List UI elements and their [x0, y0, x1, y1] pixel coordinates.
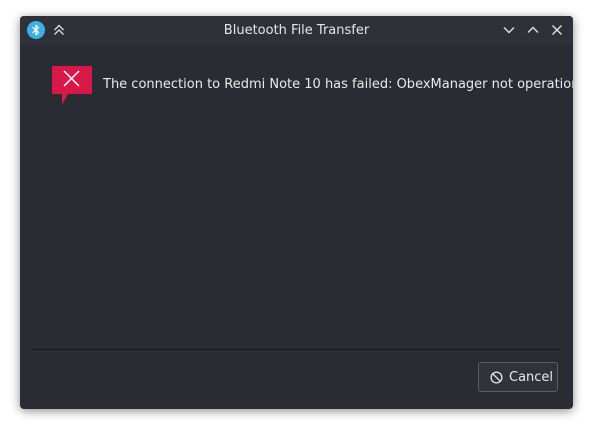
cancel-button-label: Cancel [509, 370, 554, 385]
window-title: Bluetooth File Transfer [223, 23, 370, 38]
close-button[interactable] [550, 23, 564, 37]
minimize-button[interactable] [502, 23, 516, 37]
dialog-window: Bluetooth File Transfer The connection t… [20, 16, 573, 409]
error-dialog-icon [52, 66, 92, 105]
divider [32, 349, 561, 350]
cancel-button[interactable]: Cancel [478, 362, 558, 392]
titlebar[interactable]: Bluetooth File Transfer [20, 16, 573, 45]
cancel-icon [490, 371, 503, 384]
maximize-button[interactable] [526, 23, 540, 37]
error-message: The connection to Redmi Note 10 has fail… [103, 77, 573, 92]
